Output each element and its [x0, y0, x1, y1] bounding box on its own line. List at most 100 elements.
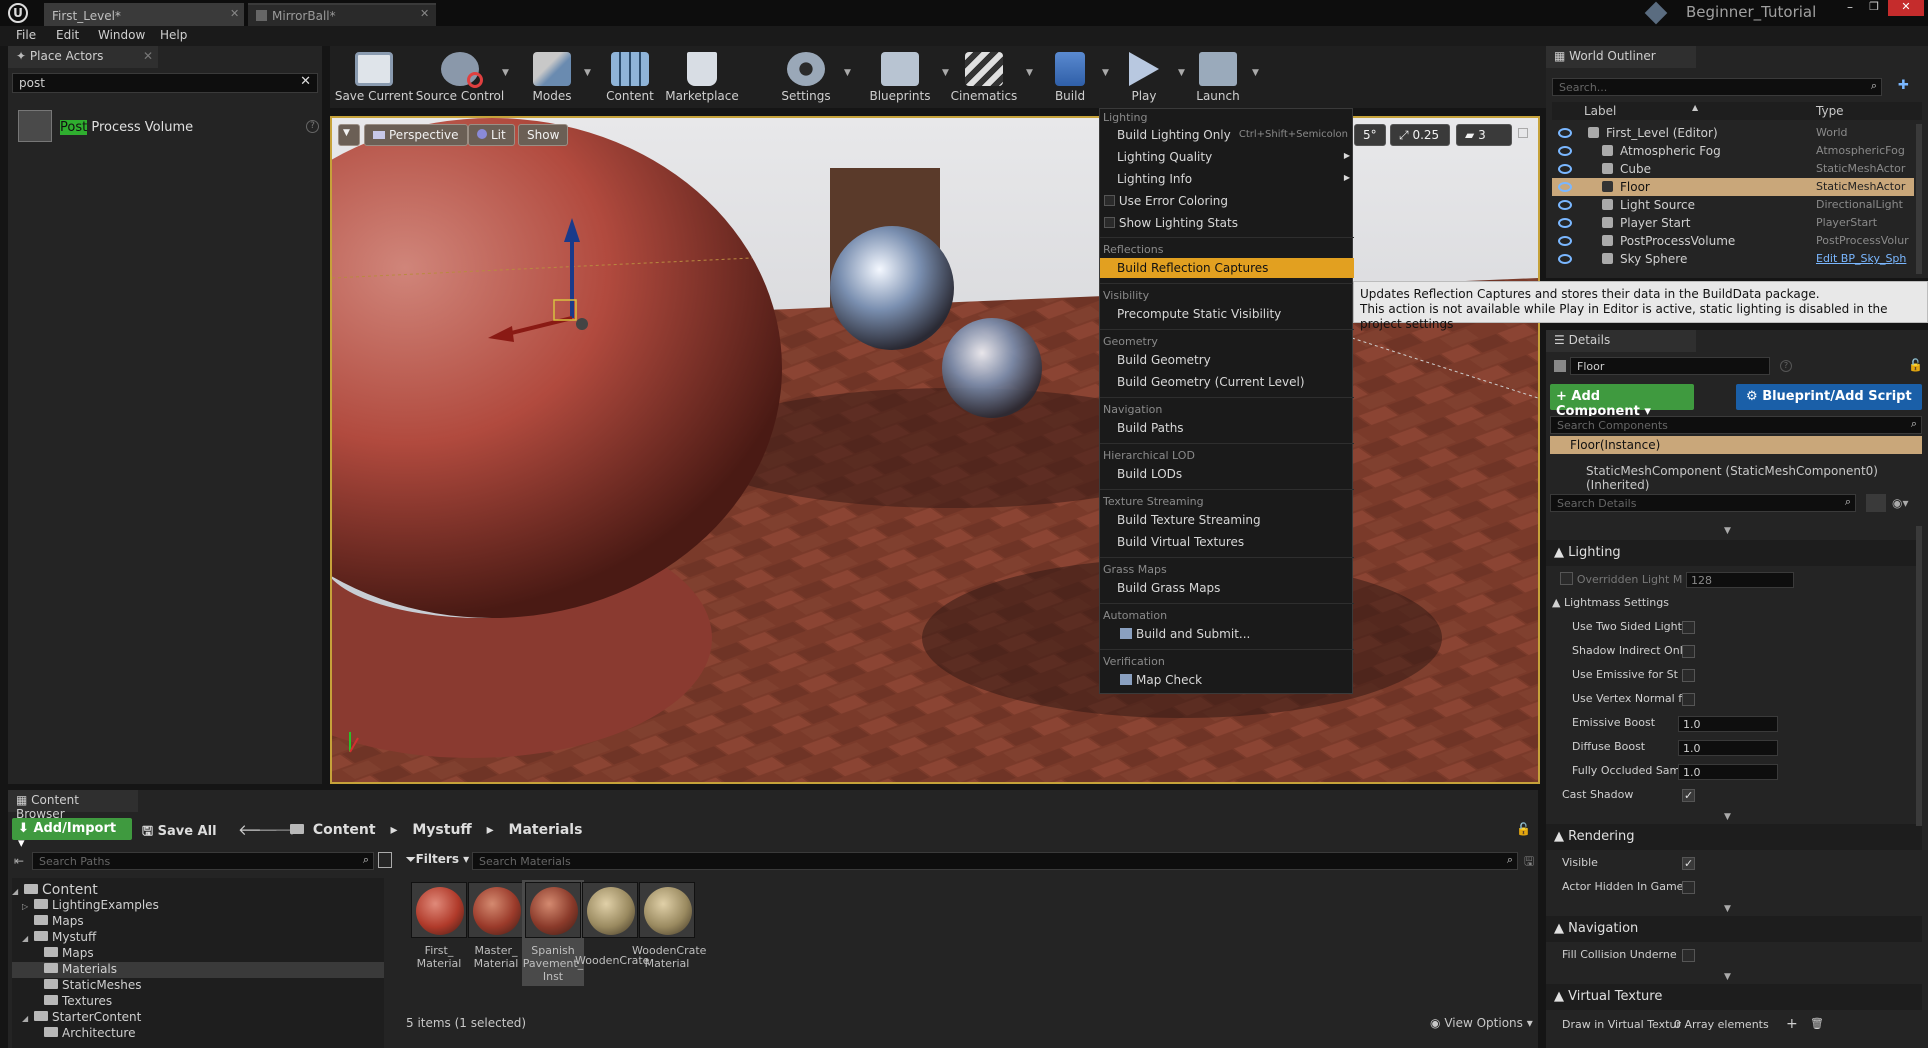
asset-tile[interactable]: First_ Material [408, 880, 470, 986]
angle-snap-value[interactable]: 5° [1354, 124, 1386, 146]
outliner-row[interactable]: PostProcessVolume PostProcessVolur [1552, 232, 1914, 250]
tree-item[interactable]: Maps [12, 914, 384, 930]
menu-build-grass-maps[interactable]: Build Grass Maps [1100, 578, 1354, 598]
close-icon[interactable]: ✕ [230, 7, 239, 20]
lock-icon[interactable]: 🔓 [1516, 822, 1531, 836]
level-viewport[interactable]: ▼ Perspective Lit Show 5° ⤢ 0.25 ▰ 3 [330, 116, 1540, 784]
tree-item[interactable]: ◢ Content [12, 882, 384, 898]
marketplace-button[interactable]: Marketplace [662, 50, 742, 106]
section-rendering[interactable]: ▲ Rendering [1546, 824, 1922, 850]
blueprints-button[interactable]: Blueprints [860, 50, 940, 106]
menu-build-geometry-current-level[interactable]: Build Geometry (Current Level) [1100, 372, 1354, 392]
menu-map-check[interactable]: Map Check [1100, 670, 1354, 690]
show-button[interactable]: Show [518, 124, 569, 146]
scale-snap-button[interactable]: ⤢ 0.25 [1390, 124, 1450, 146]
search-materials-input[interactable]: Search Materials ⌕ [472, 852, 1518, 870]
modes-button[interactable]: Modes [520, 50, 584, 106]
col-type[interactable]: Type [1816, 104, 1844, 118]
clear-search-icon[interactable]: ✕ [300, 74, 311, 89]
source-control-dropdown[interactable]: ▼ [502, 68, 509, 78]
menu-build-lighting-only[interactable]: Build Lighting Only Ctrl+Shift+Semicolon [1100, 125, 1354, 145]
filters-button[interactable]: ⏷Filters ▾ [406, 852, 469, 867]
content-browser-tab[interactable]: ▦ Content Browser [8, 790, 138, 821]
tree-item[interactable]: ▷ LightingExamples [12, 898, 384, 914]
menu-lighting-info[interactable]: Lighting Info ▶ [1100, 169, 1354, 189]
outliner-row[interactable]: Sky Sphere Edit BP_Sky_Sph [1552, 250, 1914, 268]
content-button[interactable]: Content [600, 50, 660, 106]
expand-arrow-icon[interactable]: ◢ [12, 887, 24, 896]
menu-build-virtual-textures[interactable]: Build Virtual Textures [1100, 532, 1354, 552]
menu-build-texture-streaming[interactable]: Build Texture Streaming [1100, 510, 1354, 530]
actor-hidden-checkbox[interactable] [1682, 881, 1695, 894]
menu-build-geometry[interactable]: Build Geometry [1100, 350, 1354, 370]
help-icon[interactable]: ? [306, 120, 319, 133]
outliner-row[interactable]: Floor StaticMeshActor [1552, 178, 1914, 196]
checkbox[interactable] [1104, 217, 1115, 228]
property-matrix-icon[interactable] [1866, 494, 1886, 512]
use-vertex-normal-checkbox[interactable] [1682, 693, 1695, 706]
fill-collision-checkbox[interactable] [1682, 949, 1695, 962]
actor-search-input[interactable]: post ✕ [12, 73, 318, 93]
camera-speed-button[interactable]: ▰ 3 [1456, 124, 1512, 146]
paths-view-icon[interactable] [378, 852, 392, 868]
sources-toggle-icon[interactable]: ⇤ [14, 854, 24, 868]
outliner-scrollbar[interactable] [1916, 124, 1922, 274]
actor-name-input[interactable]: Floor [1570, 357, 1770, 375]
menu-show-lighting-stats[interactable]: Show Lighting Stats [1100, 213, 1354, 233]
menu-help[interactable]: Help [160, 28, 187, 42]
outliner-row[interactable]: Atmospheric Fog AtmosphericFog [1552, 142, 1914, 160]
cinematics-button[interactable]: Cinematics [944, 50, 1024, 106]
actor-result-post-process-volume[interactable]: Post Process Volume ? [18, 110, 319, 144]
section-lighting[interactable]: ▲ Lighting [1546, 540, 1922, 566]
visible-checkbox[interactable] [1682, 857, 1695, 870]
viewport-options-button[interactable]: ▼ [338, 124, 360, 146]
play-button[interactable]: Play [1112, 50, 1176, 106]
visibility-eye-icon[interactable] [1558, 128, 1572, 138]
visibility-eye-icon[interactable] [1558, 254, 1572, 264]
asset-tile[interactable]: WoodenCrate Material [632, 880, 706, 986]
settings-button[interactable]: Settings [768, 50, 844, 106]
outliner-row[interactable]: Cube StaticMeshActor [1552, 160, 1914, 178]
tab-mirrorball[interactable]: MirrorBall* [248, 3, 436, 26]
shadow-indirect-checkbox[interactable] [1682, 645, 1695, 658]
blueprint-add-script-button[interactable]: ⚙ Blueprint/Add Script [1736, 384, 1922, 410]
world-outliner-tab[interactable]: ▦ World Outliner [1546, 46, 1696, 68]
asset-tile[interactable]: Spanish Pavement_ Inst [522, 880, 584, 986]
diffuse-boost-input[interactable]: 1.0 [1678, 740, 1778, 756]
outliner-search-input[interactable]: Search... ⌕ [1552, 78, 1882, 96]
use-two-sided-checkbox[interactable] [1682, 621, 1695, 634]
modes-dropdown[interactable]: ▼ [584, 68, 591, 78]
build-button[interactable]: Build [1038, 50, 1102, 106]
crumb-mystuff[interactable]: Mystuff [412, 822, 471, 838]
visibility-eye-icon[interactable] [1558, 182, 1572, 192]
tree-item[interactable]: ◢ StarterContent [12, 1010, 384, 1026]
section-navigation[interactable]: ▲ Navigation [1546, 916, 1922, 942]
expand-arrow-icon[interactable]: ▼ [1724, 972, 1731, 982]
settings-dropdown[interactable]: ▼ [844, 68, 851, 78]
close-window-button[interactable]: ✕ [1888, 0, 1924, 16]
sort-icon[interactable]: ▲ [1692, 103, 1698, 112]
maximize-button[interactable]: ❐ [1862, 0, 1886, 16]
overridden-light-value[interactable]: 128 [1686, 572, 1794, 588]
expand-arrow-icon[interactable]: ◢ [22, 934, 34, 943]
history-icon[interactable]: 🖫 [1524, 852, 1534, 873]
visibility-eye-icon[interactable] [1558, 146, 1572, 156]
add-component-button[interactable]: + Add Component ▾ [1550, 384, 1694, 419]
tree-item[interactable]: Textures [12, 994, 384, 1010]
asset-tile[interactable]: WoodenCrate [575, 880, 649, 986]
visibility-eye-icon[interactable] [1558, 218, 1572, 228]
tree-item[interactable]: StaticMeshes [12, 978, 384, 994]
visibility-options-icon[interactable]: ◉▾ [1892, 496, 1909, 510]
lightmass-settings-group[interactable]: ▲ Lightmass Settings [1552, 596, 1669, 614]
details-scrollbar[interactable] [1916, 526, 1922, 826]
menu-build-and-submit[interactable]: Build and Submit... [1100, 624, 1354, 644]
save-all-button[interactable]: 🖫 Save All [142, 822, 217, 844]
cast-shadow-checkbox[interactable] [1682, 789, 1695, 802]
source-control-status-icon[interactable] [1644, 1, 1668, 25]
play-dropdown[interactable]: ▼ [1178, 68, 1185, 78]
crumb-materials[interactable]: Materials [509, 822, 583, 838]
crumb-content[interactable]: Content [313, 822, 376, 838]
use-emissive-checkbox[interactable] [1682, 669, 1695, 682]
perspective-button[interactable]: Perspective [364, 124, 468, 146]
menu-precompute-static-visibility[interactable]: Precompute Static Visibility [1100, 304, 1354, 324]
